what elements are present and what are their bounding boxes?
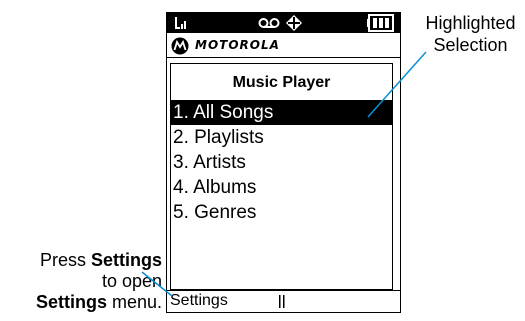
callout-highlight-line1: Highlighted: [425, 13, 516, 33]
screen-title: Music Player: [232, 74, 331, 91]
brand-name: MOTOROLA: [195, 38, 280, 52]
callout-press-line2: to open: [101, 271, 162, 291]
soft-key-bar: Settings: [167, 290, 400, 312]
music-player-screen: Music Player 1. All Songs 2. Playlists 3…: [170, 63, 393, 290]
menu-item-all-songs[interactable]: 1. All Songs: [171, 100, 392, 125]
music-player-menu: 1. All Songs 2. Playlists 3. Artists 4. …: [171, 100, 392, 225]
battery-icon: [367, 14, 394, 32]
motorola-logo: [171, 37, 189, 55]
status-bar: [167, 13, 400, 33]
settings-soft-key[interactable]: Settings: [170, 292, 228, 310]
callout-highlight-line2: Selection: [433, 35, 508, 55]
menu-item-artists[interactable]: 3. Artists: [171, 150, 392, 175]
location-icon: [286, 15, 302, 31]
signal-icon: [175, 17, 186, 29]
callout-press-settings: Settings: [90, 250, 162, 270]
brand-row: MOTOROLA: [167, 34, 400, 58]
menu-item-genres[interactable]: 5. Genres: [171, 200, 392, 225]
callout-settings-bold: Settings: [35, 292, 107, 312]
callout-press-line1: Press Settings: [0, 250, 162, 271]
menu-item-albums[interactable]: 4. Albums: [171, 175, 392, 200]
callout-press-word: Press: [39, 250, 86, 270]
callout-press-line3: Settings menu.: [0, 292, 162, 313]
press-settings-callout: Press Settings to open Settings menu.: [0, 250, 162, 313]
menu-item-playlists[interactable]: 2. Playlists: [171, 125, 392, 150]
voicemail-icon: [258, 18, 280, 28]
phone-display: MOTOROLA Music Player 1. All Songs 2. Pl…: [166, 12, 401, 313]
center-key-icon[interactable]: [279, 295, 285, 308]
highlighted-selection-callout: Highlighted Selection: [418, 12, 523, 56]
callout-menu-word: menu.: [106, 292, 162, 312]
